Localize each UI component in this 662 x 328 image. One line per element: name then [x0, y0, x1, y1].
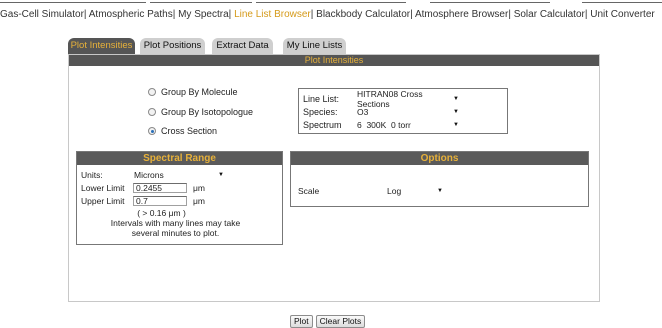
- radio-icon[interactable]: [148, 127, 156, 135]
- radio-label: Group By Isotopologue: [161, 107, 254, 117]
- plot-intensities-panel: Plot Intensities Group By Molecule Group…: [68, 54, 600, 302]
- radio-label: Group By Molecule: [161, 87, 238, 97]
- chevron-down-icon: ▼: [218, 171, 224, 178]
- main-nav: Gas-Cell Simulator| Atmospheric Paths| M…: [0, 9, 662, 20]
- lower-limit-unit: μm: [193, 182, 205, 193]
- nav-separator: |: [584, 9, 588, 20]
- radio-icon[interactable]: [148, 108, 156, 116]
- units-select[interactable]: Microns ▼: [133, 169, 225, 180]
- chevron-down-icon: ▼: [437, 187, 443, 194]
- spectrum-value: 6 300K 0 torr: [357, 119, 411, 130]
- nav-separator: |: [228, 9, 232, 20]
- nav-blackbody-calculator[interactable]: Blackbody Calculator: [316, 9, 410, 20]
- nav-unit-converter[interactable]: Unit Converter: [590, 9, 654, 20]
- nav-separator: |: [410, 9, 413, 20]
- nav-line-list-browser[interactable]: Line List Browser: [234, 9, 311, 20]
- upper-limit-input[interactable]: 0.7: [133, 195, 187, 206]
- warning-line-2: several minutes to plot.: [131, 228, 220, 238]
- upper-limit-label: Upper Limit: [81, 195, 125, 206]
- tab-plot-positions[interactable]: Plot Positions: [140, 38, 205, 54]
- warning-line-1: Intervals with many lines may take: [110, 218, 241, 228]
- radio-group-by-isotopologue[interactable]: Group By Isotopologue: [148, 106, 253, 118]
- chevron-down-icon: ▼: [453, 95, 459, 102]
- radio-icon[interactable]: [148, 88, 156, 96]
- scale-label: Scale: [298, 185, 320, 196]
- species-select[interactable]: O3 ▼: [356, 106, 460, 117]
- units-label: Units:: [81, 169, 103, 180]
- nav-atmosphere-browser[interactable]: Atmosphere Browser: [415, 9, 508, 20]
- range-note: ( > 0.16 μm ): [137, 208, 186, 218]
- nav-separator: |: [310, 9, 314, 20]
- nav-solar-calculator[interactable]: Solar Calculator: [514, 9, 585, 20]
- nav-separator: |: [172, 9, 176, 20]
- radio-cross-section[interactable]: Cross Section: [148, 125, 217, 137]
- chevron-down-icon: ▼: [453, 108, 459, 115]
- units-value: Microns: [134, 169, 164, 180]
- tab-plot-intensities[interactable]: Plot Intensities: [68, 38, 135, 54]
- spectral-range-box: Spectral Range Units: Microns ▼ Lower Li…: [76, 151, 283, 245]
- line-list-select[interactable]: HITRAN08 Cross Sections ▼: [356, 89, 460, 109]
- panel-title: Plot Intensities: [69, 55, 599, 66]
- species-label: Species:: [303, 106, 338, 117]
- line-list-selector: Line List: HITRAN08 Cross Sections ▼ Spe…: [298, 88, 508, 134]
- action-buttons: Plot Clear Plots: [290, 315, 366, 328]
- lower-limit-input[interactable]: 0.2455: [133, 182, 187, 193]
- nav-separator: |: [508, 9, 511, 20]
- lower-limit-label: Lower Limit: [81, 182, 125, 193]
- radio-group-by-molecule[interactable]: Group By Molecule: [148, 86, 238, 98]
- spectral-range-title: Spectral Range: [77, 152, 282, 165]
- nav-my-spectra[interactable]: My Spectra: [178, 9, 229, 20]
- nav-atmospheric-paths[interactable]: Atmospheric Paths: [89, 9, 173, 20]
- upper-limit-unit: μm: [193, 195, 205, 206]
- scale-select[interactable]: Log ▼: [386, 185, 444, 196]
- plot-button[interactable]: Plot: [290, 315, 313, 328]
- nav-gas-cell-simulator[interactable]: Gas-Cell Simulator: [0, 9, 84, 20]
- top-divider: [0, 0, 662, 4]
- nav-separator: |: [83, 9, 87, 20]
- chevron-down-icon: ▼: [453, 121, 459, 128]
- tab-my-line-lists[interactable]: My Line Lists: [283, 38, 346, 54]
- tab-extract-data[interactable]: Extract Data: [212, 38, 273, 54]
- options-box: Options Scale Log ▼: [290, 151, 589, 207]
- species-value: O3: [357, 106, 369, 117]
- options-title: Options: [291, 152, 588, 165]
- radio-label: Cross Section: [161, 126, 218, 136]
- spectrum-select[interactable]: 6 300K 0 torr ▼: [356, 119, 460, 130]
- scale-value: Log: [387, 185, 402, 196]
- line-list-label: Line List:: [303, 93, 340, 104]
- clear-plots-button[interactable]: Clear Plots: [315, 315, 366, 328]
- spectrum-label: Spectrum: [303, 119, 342, 130]
